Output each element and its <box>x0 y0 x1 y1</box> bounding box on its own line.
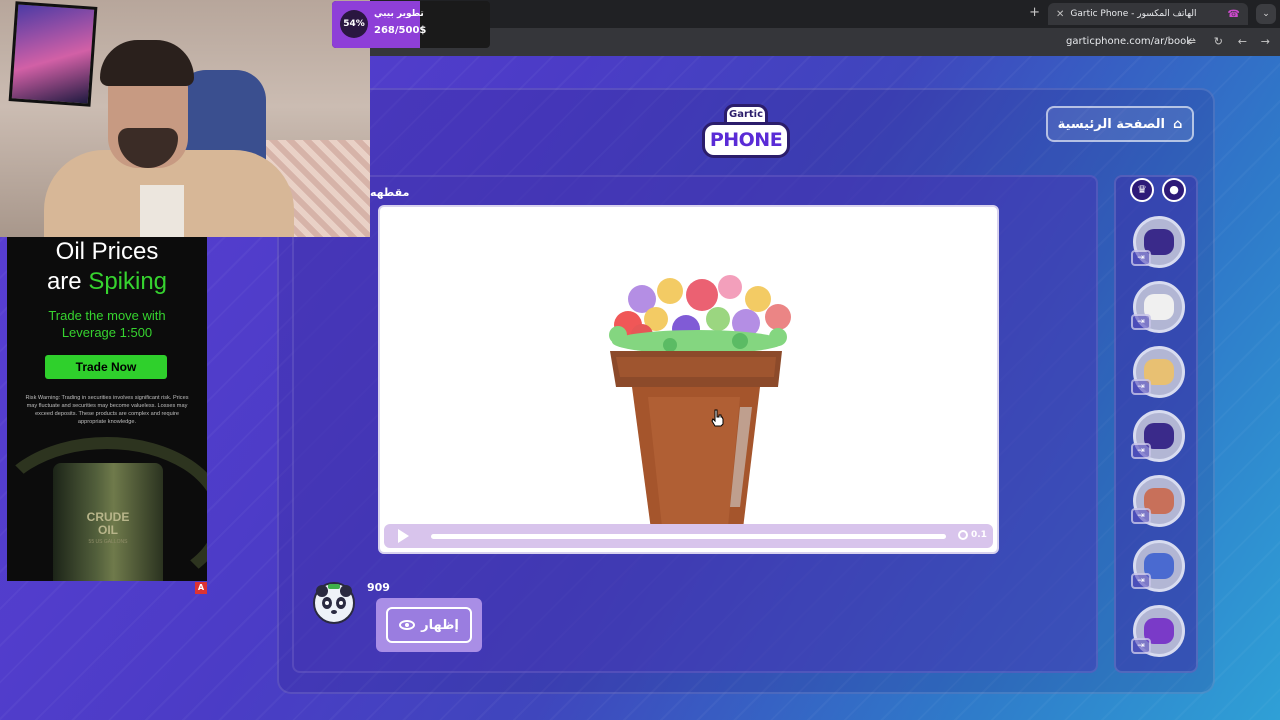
eye-icon <box>399 620 416 630</box>
home-icon: ⌂ <box>1173 116 1183 132</box>
back-icon[interactable]: ← <box>1238 35 1247 48</box>
drawing-canvas <box>378 205 999 554</box>
exit-icon[interactable]: ⇥ <box>1131 443 1151 459</box>
donation-amount: 268/500$ <box>374 25 427 36</box>
close-tab-icon[interactable]: ✕ <box>1056 9 1064 20</box>
trade-now-button[interactable]: Trade Now <box>45 355 167 379</box>
phone-favicon-icon: ☎ <box>1227 8 1240 20</box>
exit-icon[interactable]: ⇥ <box>1131 573 1151 589</box>
exit-icon[interactable]: ⇥ <box>1131 314 1151 330</box>
ad-risk-warning: Risk Warning: Trading in securities invo… <box>25 395 189 425</box>
show-button-label: إظهار <box>421 617 459 633</box>
home-button[interactable]: الصفحة الرئيسية ⌂ <box>1046 106 1194 142</box>
hand-cursor-icon <box>711 409 724 427</box>
tab-title: Gartic Phone - الهاتف المكسور <box>1070 9 1197 19</box>
drawing-author: مقطهه <box>370 186 410 199</box>
exit-icon[interactable]: ⇥ <box>1131 379 1151 395</box>
panda-avatar <box>313 582 355 624</box>
flower-pot-drawing <box>609 275 791 537</box>
exit-icon[interactable]: ⇥ <box>1131 250 1151 266</box>
barrel-small-label: 55 US GALLONS <box>88 539 128 545</box>
exit-icon[interactable]: ⇥ <box>1131 508 1151 524</box>
forward-icon[interactable]: → <box>1261 35 1270 48</box>
webcam-feed <box>0 0 370 237</box>
ad-headline: Oil Prices are Spiking <box>46 238 168 295</box>
exit-icon[interactable]: ⇥ <box>1131 638 1151 654</box>
new-tab-button[interactable]: + <box>1029 5 1040 20</box>
show-button[interactable]: إظهار <box>386 607 472 643</box>
ad-choices-icon[interactable]: A <box>195 582 207 594</box>
url-field[interactable]: garticphone.com/ar/book <box>1066 36 1192 47</box>
clock-icon <box>958 530 968 540</box>
replay-time-value: 0.1 <box>971 530 987 540</box>
host-row: ♛ ● <box>1130 178 1186 204</box>
gartic-phone-logo: Gartic PHONE <box>700 104 792 160</box>
browser-tab[interactable]: ✕ Gartic Phone - الهاتف المكسور ☎ <box>1048 3 1248 25</box>
replay-timer: 0.1 <box>958 530 987 540</box>
donation-percent: 54% <box>340 10 368 38</box>
barrel-label: CRUDE OIL <box>86 510 130 537</box>
replay-progress[interactable] <box>431 534 946 539</box>
user-icon: ● <box>1162 178 1186 202</box>
home-button-label: الصفحة الرئيسية <box>1057 116 1165 132</box>
play-icon[interactable] <box>398 529 409 543</box>
crown-icon: ♛ <box>1130 178 1154 202</box>
tune-icon[interactable]: ⇌ <box>1187 35 1196 48</box>
donation-label: تطوير بيبي <box>374 9 424 19</box>
logo-bottom-text: PHONE <box>702 122 790 158</box>
tab-menu-chevron-icon[interactable]: ⌄ <box>1256 4 1276 24</box>
ad-subline: Trade the move with Leverage 1:500 <box>48 308 166 340</box>
reload-icon[interactable]: ↻ <box>1214 35 1223 48</box>
oil-ad[interactable]: CRUDE OIL 55 US GALLONS Oil Prices are S… <box>7 237 207 581</box>
reply-player-name: 909 <box>367 581 390 594</box>
